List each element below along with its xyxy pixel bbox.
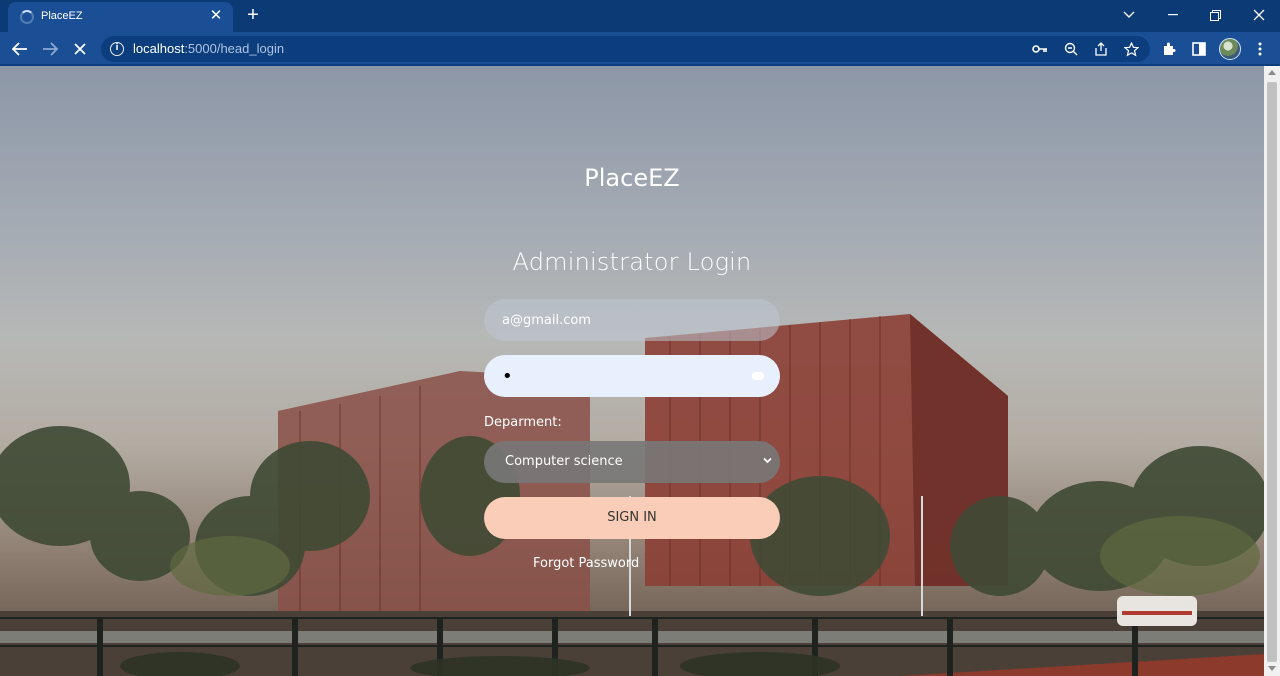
scrollbar-thumb[interactable] — [1267, 82, 1277, 662]
extensions-icon[interactable] — [1159, 39, 1179, 59]
close-window-icon[interactable] — [1236, 0, 1280, 30]
tab-title: PlaceEZ — [41, 10, 83, 22]
page-viewport: PlaceEZ Administrator Login Deparment: C… — [0, 66, 1264, 676]
chevron-down-icon — [763, 457, 772, 464]
department-select[interactable]: Computer science — [484, 441, 780, 483]
side-panel-icon[interactable] — [1189, 39, 1209, 59]
restore-icon[interactable] — [1192, 0, 1238, 30]
key-icon[interactable] — [1032, 41, 1048, 57]
minimize-icon[interactable] — [1150, 0, 1196, 30]
email-field[interactable] — [484, 299, 780, 341]
scroll-up-arrow-icon[interactable] — [1268, 70, 1276, 75]
star-icon[interactable] — [1123, 41, 1139, 57]
chevron-down-icon[interactable] — [1106, 0, 1152, 30]
password-manager-icon[interactable] — [752, 372, 764, 380]
close-icon[interactable]: ✕ — [207, 7, 225, 25]
info-icon[interactable]: i — [110, 42, 124, 56]
tab-strip: PlaceEZ ✕ + — [0, 0, 1280, 32]
browser-tab[interactable]: PlaceEZ ✕ — [8, 2, 233, 32]
forward-arrow-icon[interactable] — [38, 37, 62, 61]
url-text[interactable]: localhost:5000/head_login — [133, 41, 284, 56]
sign-in-button[interactable]: SIGN IN — [484, 497, 780, 539]
password-field[interactable] — [484, 355, 780, 397]
loading-spinner-icon — [20, 10, 34, 24]
page-heading: Administrator Login — [512, 248, 752, 276]
address-bar[interactable]: i localhost:5000/head_login — [101, 36, 1150, 62]
department-selected-value: Computer science — [505, 454, 623, 469]
menu-dots-icon[interactable] — [1250, 39, 1270, 59]
plus-icon[interactable]: + — [242, 4, 264, 26]
profile-avatar[interactable] — [1219, 38, 1241, 60]
stop-icon[interactable] — [68, 37, 92, 61]
browser-toolbar: i localhost:5000/head_login — [0, 32, 1280, 66]
department-label: Deparment: — [484, 415, 562, 430]
zoom-icon[interactable] — [1063, 41, 1079, 57]
share-icon[interactable] — [1093, 41, 1109, 57]
brand-title: PlaceEZ — [584, 164, 680, 192]
scroll-down-arrow-icon[interactable] — [1268, 666, 1276, 671]
back-arrow-icon[interactable] — [8, 37, 32, 61]
forgot-password-link[interactable]: Forgot Password — [533, 556, 639, 571]
